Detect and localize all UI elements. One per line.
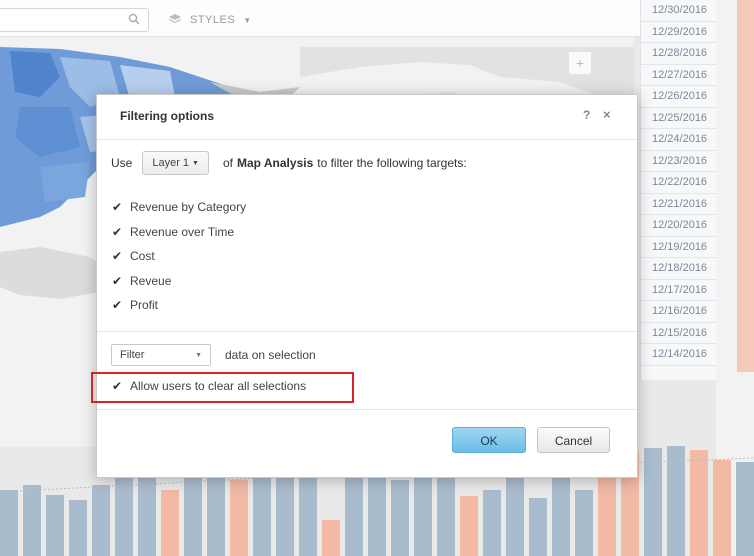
ok-button[interactable]: OK bbox=[452, 427, 526, 453]
background-bar bbox=[736, 462, 754, 556]
dialog-header: Filtering options ? × bbox=[97, 95, 637, 140]
date-row[interactable]: 12/21/2016 bbox=[641, 194, 717, 215]
dialog-title: Filtering options bbox=[120, 109, 214, 123]
checkbox-checked-icon[interactable]: ✔ bbox=[112, 249, 124, 263]
highlight-bar bbox=[737, 0, 754, 372]
target-label: Cost bbox=[130, 249, 155, 264]
target-item[interactable]: ✔ Cost bbox=[112, 244, 246, 269]
background-bar bbox=[322, 520, 340, 556]
background-bar bbox=[552, 478, 570, 556]
target-item[interactable]: ✔ Profit bbox=[112, 293, 246, 318]
background-bar bbox=[575, 490, 593, 556]
target-label: Revenue over Time bbox=[130, 224, 235, 239]
use-row: Use Layer 1 ▼ of Map Analysis to filter … bbox=[111, 151, 467, 175]
background-bar bbox=[667, 446, 685, 556]
magnifier-icon bbox=[128, 12, 140, 30]
use-label: Use bbox=[111, 156, 133, 170]
checkbox-checked-icon[interactable]: ✔ bbox=[112, 274, 124, 288]
filter-mode-select[interactable]: Filter ▼ bbox=[111, 344, 211, 366]
filter-row: Filter ▼ data on selection bbox=[111, 343, 316, 367]
layer-select[interactable]: Layer 1 ▼ bbox=[142, 151, 209, 175]
date-row[interactable]: 12/23/2016 bbox=[641, 151, 717, 172]
date-row[interactable]: 12/27/2016 bbox=[641, 65, 717, 86]
date-row[interactable]: 12/29/2016 bbox=[641, 22, 717, 43]
target-list: ✔ Revenue by Category ✔ Revenue over Tim… bbox=[112, 195, 246, 318]
date-row[interactable]: 12/14/2016 bbox=[641, 344, 717, 366]
target-label: Revenue by Category bbox=[130, 200, 247, 215]
divider bbox=[97, 409, 637, 410]
styles-button[interactable]: STYLES ▼ bbox=[168, 10, 252, 30]
search-input[interactable] bbox=[0, 8, 149, 32]
background-bar bbox=[46, 495, 64, 556]
chevron-down-icon: ▼ bbox=[195, 351, 202, 359]
styles-label: STYLES bbox=[190, 14, 236, 26]
background-bar bbox=[529, 498, 547, 556]
annotation-highlight-box bbox=[91, 372, 354, 403]
background-bar bbox=[69, 500, 87, 556]
target-label: Profit bbox=[130, 298, 159, 313]
close-icon[interactable]: × bbox=[603, 107, 611, 122]
date-row[interactable]: 12/24/2016 bbox=[641, 129, 717, 151]
background-bar bbox=[276, 472, 294, 556]
background-bar bbox=[506, 465, 524, 556]
help-icon[interactable]: ? bbox=[583, 108, 590, 122]
date-row[interactable]: 12/28/2016 bbox=[641, 43, 717, 65]
chevron-down-icon: ▼ bbox=[243, 15, 252, 25]
date-row[interactable]: 12/25/2016 bbox=[641, 108, 717, 129]
background-bar bbox=[23, 485, 41, 556]
layers-icon bbox=[168, 13, 182, 28]
chevron-down-icon: ▼ bbox=[192, 159, 199, 167]
of-label: of bbox=[222, 156, 233, 170]
background-bar bbox=[690, 450, 708, 556]
background-bar bbox=[391, 480, 409, 556]
targets-suffix: to filter the following targets: bbox=[317, 156, 467, 170]
background-bar bbox=[230, 480, 248, 556]
background-bar bbox=[0, 490, 18, 556]
date-row[interactable]: 12/30/2016 bbox=[641, 0, 717, 22]
date-row[interactable]: 12/18/2016 bbox=[641, 258, 717, 280]
background-bar bbox=[299, 468, 317, 556]
background-bar bbox=[184, 470, 202, 556]
divider bbox=[97, 331, 637, 332]
map-toolbar: STYLES ▼ bbox=[0, 0, 640, 37]
target-item[interactable]: ✔ Reveue bbox=[112, 269, 246, 294]
layer-value: Layer 1 bbox=[152, 157, 190, 169]
background-bar bbox=[460, 496, 478, 556]
target-label: Reveue bbox=[130, 273, 172, 288]
background-bar bbox=[161, 490, 179, 556]
target-item[interactable]: ✔ Revenue over Time bbox=[112, 220, 246, 245]
filter-suffix: data on selection bbox=[225, 348, 316, 362]
background-bar bbox=[644, 448, 662, 556]
date-row[interactable]: 12/20/2016 bbox=[641, 215, 717, 237]
date-list: 12/30/2016 12/29/2016 12/28/2016 12/27/2016… bbox=[640, 0, 717, 380]
checkbox-checked-icon[interactable]: ✔ bbox=[112, 298, 124, 312]
cancel-button[interactable]: Cancel bbox=[537, 427, 610, 453]
date-row[interactable]: 12/17/2016 bbox=[641, 280, 717, 301]
checkbox-checked-icon[interactable]: ✔ bbox=[112, 200, 124, 214]
date-row[interactable]: 12/16/2016 bbox=[641, 301, 717, 323]
background-bar bbox=[138, 475, 156, 556]
date-row[interactable]: 12/15/2016 bbox=[641, 323, 717, 344]
background-bar bbox=[92, 485, 110, 556]
checkbox-checked-icon[interactable]: ✔ bbox=[112, 225, 124, 239]
filtering-options-dialog: Filtering options ? × Use Layer 1 ▼ of M… bbox=[91, 94, 638, 478]
target-item[interactable]: ✔ Revenue by Category bbox=[112, 195, 246, 220]
date-row[interactable]: 12/26/2016 bbox=[641, 86, 717, 108]
background-bar bbox=[483, 490, 501, 556]
filter-mode-value: Filter bbox=[120, 349, 145, 361]
date-row[interactable]: 12/22/2016 bbox=[641, 172, 717, 194]
zoom-in-button[interactable]: + bbox=[568, 51, 592, 75]
date-row[interactable]: 12/19/2016 bbox=[641, 237, 717, 258]
source-name: Map Analysis bbox=[237, 156, 314, 170]
background-bar bbox=[713, 460, 731, 556]
